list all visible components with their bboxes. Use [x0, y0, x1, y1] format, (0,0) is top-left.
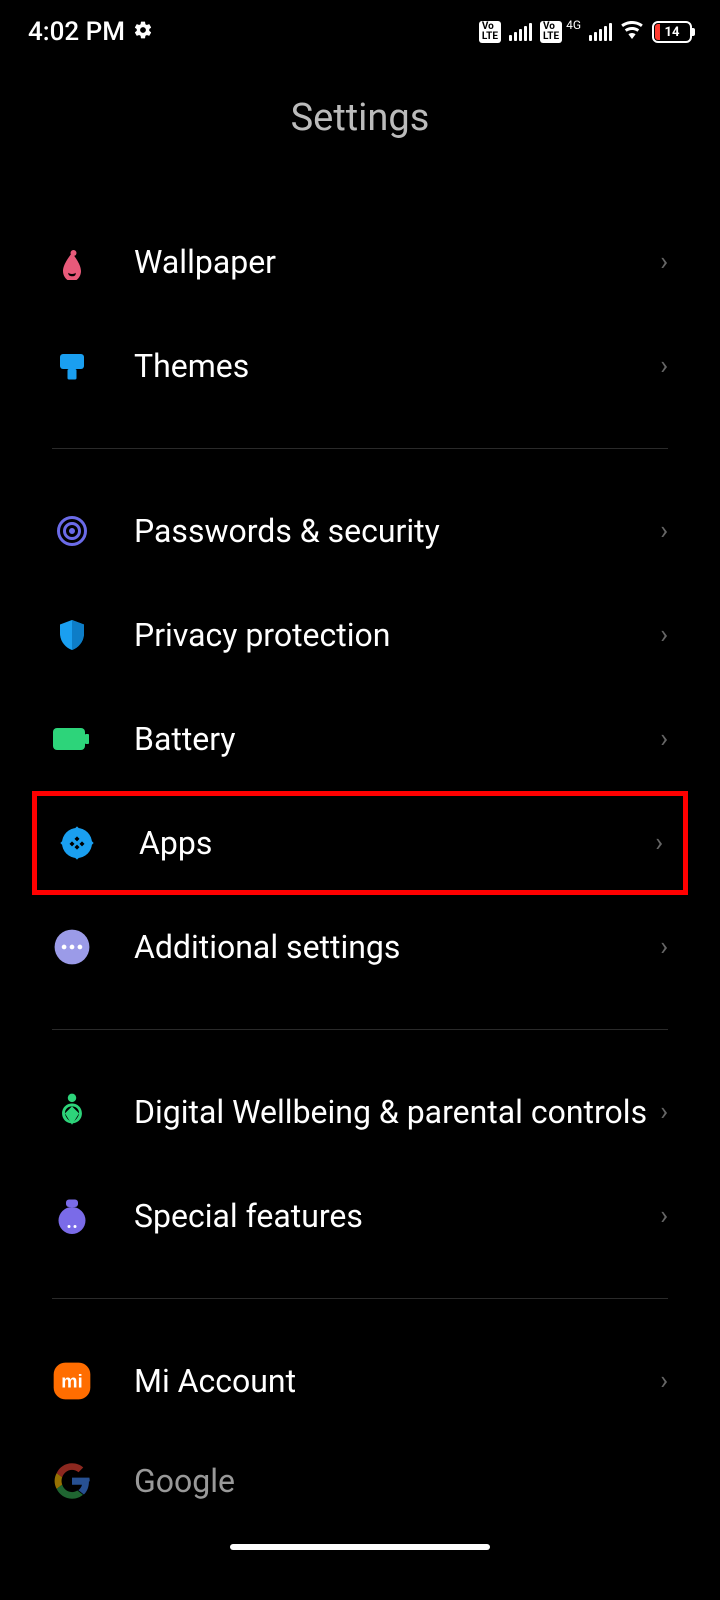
settings-item-apps[interactable]: Apps ›: [32, 791, 688, 895]
item-label: Passwords & security: [134, 512, 660, 550]
item-label: Google: [134, 1462, 668, 1500]
settings-item-additional[interactable]: Additional settings ›: [0, 895, 720, 999]
chevron-right-icon: ›: [660, 620, 668, 650]
settings-item-battery[interactable]: Battery ›: [0, 687, 720, 791]
svg-text:mi: mi: [61, 1371, 82, 1392]
settings-item-wallpaper[interactable]: Wallpaper ›: [0, 210, 720, 314]
home-indicator[interactable]: [230, 1544, 490, 1550]
item-label: Special features: [134, 1197, 660, 1235]
google-icon: [52, 1461, 92, 1501]
divider: [52, 448, 668, 449]
item-label: Themes: [134, 347, 660, 385]
divider: [52, 1029, 668, 1030]
item-label: Digital Wellbeing & parental controls: [134, 1093, 660, 1131]
chevron-right-icon: ›: [660, 1097, 668, 1127]
item-label: Wallpaper: [134, 243, 660, 281]
chevron-right-icon: ›: [660, 1366, 668, 1396]
wifi-icon: [620, 18, 644, 46]
settings-item-themes[interactable]: Themes ›: [0, 314, 720, 418]
settings-item-privacy[interactable]: Privacy protection ›: [0, 583, 720, 687]
themes-icon: [52, 346, 92, 386]
status-left: 4:02 PM: [28, 17, 153, 47]
item-label: Apps: [139, 824, 655, 862]
gear-icon: [133, 17, 153, 47]
status-time: 4:02 PM: [28, 17, 125, 47]
volte-icon: VoLTE: [479, 21, 501, 43]
chevron-right-icon: ›: [660, 1201, 668, 1231]
signal-icon-2: [589, 23, 612, 41]
settings-item-special[interactable]: Special features ›: [0, 1164, 720, 1268]
divider: [52, 1298, 668, 1299]
volte-icon-2: VoLTE: [540, 21, 562, 43]
more-icon: [52, 927, 92, 967]
battery-icon: [52, 719, 92, 759]
fingerprint-icon: [52, 511, 92, 551]
mi-icon: mi: [52, 1361, 92, 1401]
chevron-right-icon: ›: [655, 828, 663, 858]
status-right: VoLTE VoLTE 4G 14: [479, 18, 692, 46]
chevron-right-icon: ›: [660, 724, 668, 754]
settings-item-passwords[interactable]: Passwords & security ›: [0, 479, 720, 583]
item-label: Mi Account: [134, 1362, 660, 1400]
page-title: Settings: [0, 96, 720, 140]
special-icon: [52, 1196, 92, 1236]
battery-level: 14: [665, 25, 680, 40]
settings-list: Wallpaper › Themes › Passwords & securit…: [0, 210, 720, 1501]
chevron-right-icon: ›: [660, 351, 668, 381]
shield-icon: [52, 615, 92, 655]
wellbeing-icon: [52, 1092, 92, 1132]
apps-icon: [57, 823, 97, 863]
item-label: Additional settings: [134, 928, 660, 966]
wallpaper-icon: [52, 242, 92, 282]
status-bar: 4:02 PM VoLTE VoLTE 4G 14: [0, 0, 720, 60]
settings-item-wellbeing[interactable]: Digital Wellbeing & parental controls ›: [0, 1060, 720, 1164]
network-label: 4G: [566, 18, 581, 32]
battery-icon: 14: [652, 21, 692, 43]
settings-item-google[interactable]: Google: [0, 1433, 720, 1501]
chevron-right-icon: ›: [660, 516, 668, 546]
item-label: Battery: [134, 720, 660, 758]
chevron-right-icon: ›: [660, 932, 668, 962]
chevron-right-icon: ›: [660, 247, 668, 277]
settings-item-miaccount[interactable]: mi Mi Account ›: [0, 1329, 720, 1433]
signal-icon: [509, 23, 532, 41]
item-label: Privacy protection: [134, 616, 660, 654]
